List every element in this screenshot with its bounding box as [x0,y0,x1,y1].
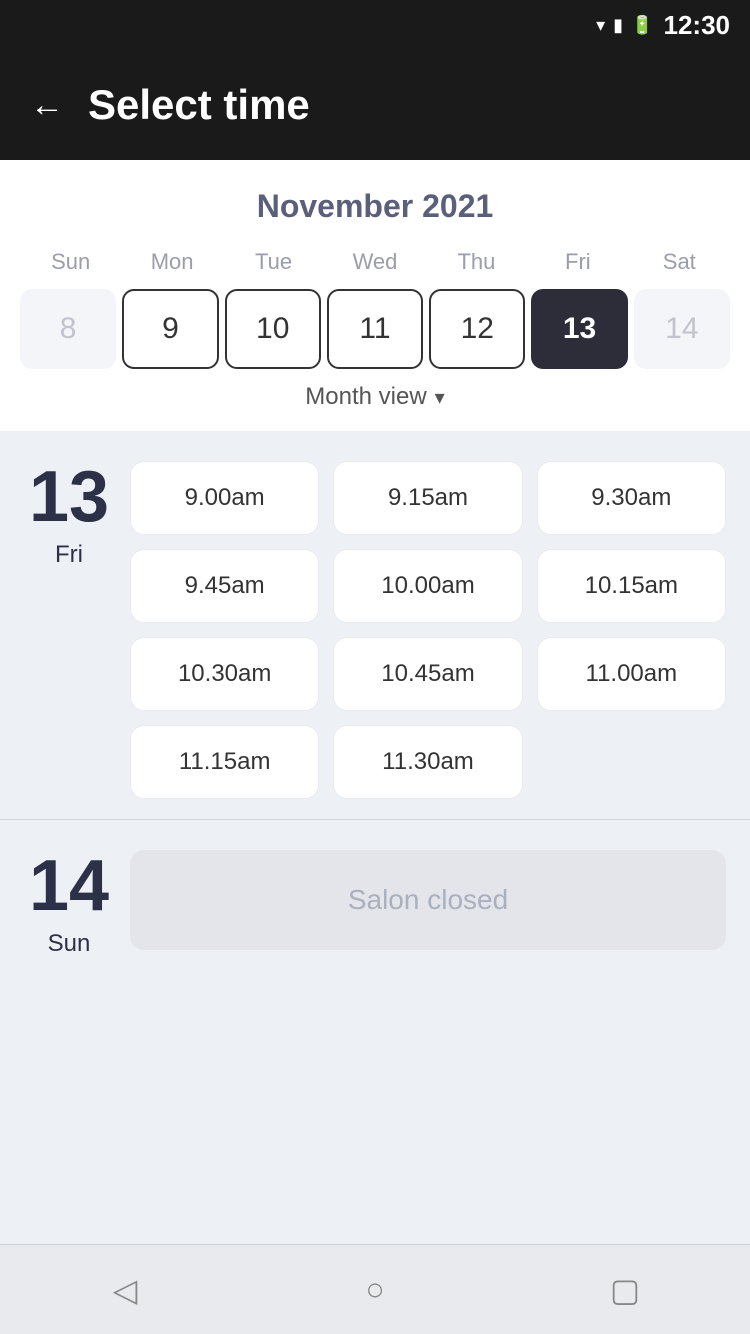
calendar-day-10[interactable]: 10 [225,289,321,369]
day-13-time-slots: 9.00am9.15am9.30am9.45am10.00am10.15am10… [130,461,726,799]
day-13-content: 13 Fri 9.00am9.15am9.30am9.45am10.00am10… [24,461,726,799]
calendar-section: November 2021 Sun Mon Tue Wed Thu Fri Sa… [0,160,750,431]
bottom-nav: ◁ ○ ▢ [0,1244,750,1334]
weekday-mon: Mon [121,245,222,279]
weekday-thu: Thu [426,245,527,279]
calendar-day-11[interactable]: 11 [327,289,423,369]
day-14-info: 14 Sun [24,850,114,958]
salon-closed-box: Salon closed [130,850,726,950]
signal-icon: ▮ [613,15,623,36]
status-icons: ▾ ▮ 🔋 [596,15,653,36]
time-slot-1030am[interactable]: 10.30am [130,637,319,711]
calendar-day-9[interactable]: 9 [122,289,218,369]
nav-back-icon: ◁ [113,1271,138,1309]
time-section: 13 Fri 9.00am9.15am9.30am9.45am10.00am10… [0,431,750,1244]
status-bar: ▾ ▮ 🔋 12:30 [0,0,750,50]
page-title: Select time [88,81,310,129]
day-14-block: 14 Sun Salon closed [0,820,750,978]
time-slot-1000am[interactable]: 10.00am [333,549,522,623]
nav-home-button[interactable]: ○ [345,1260,405,1320]
calendar-day-13[interactable]: 13 [531,289,627,369]
day-13-number: 13 [29,461,109,533]
wifi-icon: ▾ [596,15,605,36]
calendar-days: 891011121314 [20,289,730,369]
day-13-name: Fri [55,541,83,569]
day-13-block: 13 Fri 9.00am9.15am9.30am9.45am10.00am10… [0,431,750,819]
time-slot-900am[interactable]: 9.00am [130,461,319,535]
nav-back-button[interactable]: ◁ [95,1260,155,1320]
chevron-down-icon: ▾ [435,385,445,410]
battery-icon: 🔋 [631,15,653,36]
day-14-content: 14 Sun Salon closed [24,850,726,958]
calendar-weekdays: Sun Mon Tue Wed Thu Fri Sat [20,245,730,279]
time-slot-1115am[interactable]: 11.15am [130,725,319,799]
status-time: 12:30 [664,10,731,41]
weekday-fri: Fri [527,245,628,279]
calendar-day-14[interactable]: 14 [634,289,730,369]
day-14-name: Sun [48,930,91,958]
time-slot-930am[interactable]: 9.30am [537,461,726,535]
weekday-wed: Wed [324,245,425,279]
nav-recent-button[interactable]: ▢ [595,1260,655,1320]
time-slot-1100am[interactable]: 11.00am [537,637,726,711]
weekday-sun: Sun [20,245,121,279]
weekday-tue: Tue [223,245,324,279]
weekday-sat: Sat [629,245,730,279]
day-14-number: 14 [29,850,109,922]
time-slot-945am[interactable]: 9.45am [130,549,319,623]
time-slot-1130am[interactable]: 11.30am [333,725,522,799]
calendar-day-8[interactable]: 8 [20,289,116,369]
calendar-day-12[interactable]: 12 [429,289,525,369]
time-slot-1045am[interactable]: 10.45am [333,637,522,711]
month-view-toggle[interactable]: Month view ▾ [20,369,730,415]
month-view-label: Month view [305,383,426,411]
day-13-info: 13 Fri [24,461,114,569]
back-button[interactable]: ← [30,88,64,122]
calendar-month: November 2021 [20,188,730,225]
header: ← Select time [0,50,750,160]
time-slot-915am[interactable]: 9.15am [333,461,522,535]
nav-recent-icon: ▢ [610,1271,640,1309]
nav-home-icon: ○ [365,1271,384,1308]
salon-closed-label: Salon closed [348,884,508,916]
time-slot-1015am[interactable]: 10.15am [537,549,726,623]
